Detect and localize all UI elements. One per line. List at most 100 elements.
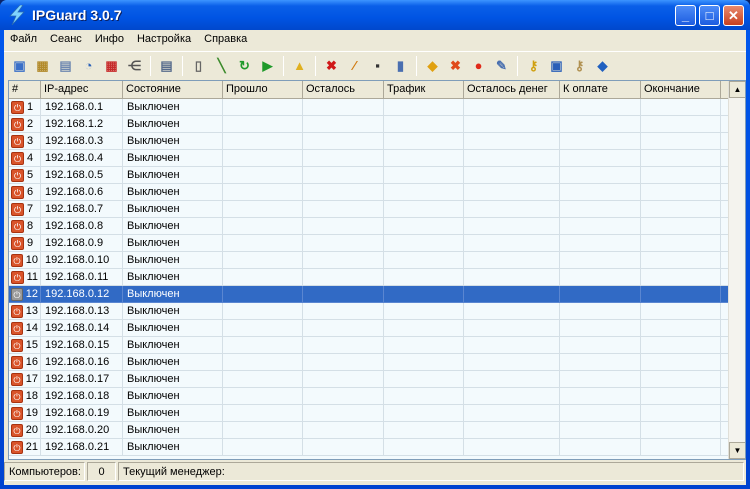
broom-button[interactable]: ╲	[212, 56, 231, 75]
monitor-button[interactable]: ▣	[10, 56, 29, 75]
computers-table[interactable]: # IP-адрес Состояние Прошло Осталось Трафик Ос…	[8, 80, 746, 460]
key-doc-button[interactable]: ⚷	[570, 56, 589, 75]
title-bar[interactable]: IPGuard 3.0.7 _ □ ✕	[0, 0, 750, 30]
current-manager-label: Текущий менеджер:	[118, 462, 744, 481]
row-number: 4	[27, 152, 34, 164]
table-row[interactable]: ⏻ 9 192.168.0.9 Выключен	[9, 235, 730, 252]
table-row[interactable]: ⏻ 17 192.168.0.17 Выключен	[9, 371, 730, 388]
menu-item-1[interactable]: Сеанс	[44, 30, 89, 50]
lock-button[interactable]: ▲	[290, 56, 309, 75]
column-header-2[interactable]: Состояние	[123, 81, 223, 99]
column-header-7[interactable]: К оплате	[560, 81, 641, 99]
wand-button[interactable]: ⁄	[345, 56, 364, 75]
menu-item-0[interactable]: Файл	[4, 30, 44, 50]
table-row[interactable]: ⏻ 19 192.168.0.19 Выключен	[9, 405, 730, 422]
table-row[interactable]: ⏻ 8 192.168.0.8 Выключен	[9, 218, 730, 235]
power-off-icon: ⏻	[11, 372, 23, 386]
column-header-8[interactable]: Окончание	[641, 81, 721, 99]
settings-window-button[interactable]: ▣	[547, 56, 566, 75]
empty-cell	[641, 388, 721, 405]
row-number-cell: ⏻ 10	[9, 252, 41, 269]
empty-cell	[560, 99, 641, 116]
maximize-button[interactable]: □	[699, 5, 720, 26]
row-number: 8	[27, 220, 34, 232]
empty-cell	[223, 439, 303, 456]
status-cell: Выключен	[123, 439, 223, 456]
table-header: # IP-адрес Состояние Прошло Осталось Трафик Ос…	[9, 81, 729, 99]
refresh-button[interactable]: ↻	[235, 56, 254, 75]
empty-cell	[464, 184, 560, 201]
row-number-cell: ⏻ 3	[9, 133, 41, 150]
table-row[interactable]: ⏻ 10 192.168.0.10 Выключен	[9, 252, 730, 269]
column-header-5[interactable]: Трафик	[384, 81, 464, 99]
status-cell: Выключен	[123, 405, 223, 422]
table-row[interactable]: ⏻ 6 192.168.0.6 Выключен	[9, 184, 730, 201]
user-clock-button[interactable]: ◔	[79, 56, 98, 75]
table-row[interactable]: ⏻ 3 192.168.0.3 Выключен	[9, 133, 730, 150]
column-header-3[interactable]: Прошло	[223, 81, 303, 99]
warning-button[interactable]: ◆	[423, 56, 442, 75]
info-button[interactable]: ◆	[593, 56, 612, 75]
close-button[interactable]: ✕	[723, 5, 744, 26]
edit-button[interactable]: ✎	[492, 56, 511, 75]
row-number-cell: ⏻ 5	[9, 167, 41, 184]
empty-cell	[223, 184, 303, 201]
table-row[interactable]: ⏻ 15 192.168.0.15 Выключен	[9, 337, 730, 354]
table-row[interactable]: ⏻ 20 192.168.0.20 Выключен	[9, 422, 730, 439]
angry-face-button[interactable]: ●	[469, 56, 488, 75]
save-button[interactable]: ▤	[157, 56, 176, 75]
table-row[interactable]: ⏻ 11 192.168.0.11 Выключен	[9, 269, 730, 286]
ip-cell: 192.168.0.4	[41, 150, 123, 167]
column-header-0[interactable]: #	[9, 81, 41, 99]
table-row[interactable]: ⏻ 14 192.168.0.14 Выключен	[9, 320, 730, 337]
toolbar-separator	[416, 55, 417, 76]
row-number: 11	[26, 271, 38, 283]
empty-cell	[223, 235, 303, 252]
window-button[interactable]: ▤	[56, 56, 75, 75]
clipboard-button[interactable]: ▯	[189, 56, 208, 75]
play-button[interactable]: ▶	[258, 56, 277, 75]
column-header-6[interactable]: Осталось денег	[464, 81, 560, 99]
computer-money-red-button[interactable]: ▦	[102, 56, 121, 75]
empty-cell	[303, 252, 384, 269]
table-row[interactable]: ⏻ 16 192.168.0.16 Выключен	[9, 354, 730, 371]
scroll-up-button[interactable]: ▲	[729, 81, 745, 98]
row-number: 19	[25, 407, 38, 419]
table-row[interactable]: ⏻ 1 192.168.0.1 Выключен	[9, 99, 730, 116]
network-button[interactable]: ⋲	[125, 56, 144, 75]
empty-cell	[641, 235, 721, 252]
empty-cell	[303, 354, 384, 371]
empty-cell	[384, 354, 464, 371]
table-row[interactable]: ⏻ 18 192.168.0.18 Выключен	[9, 388, 730, 405]
table-row[interactable]: ⏻ 5 192.168.0.5 Выключен	[9, 167, 730, 184]
empty-cell	[303, 286, 384, 303]
menu-item-3[interactable]: Настройка	[131, 30, 198, 50]
column-header-1[interactable]: IP-адрес	[41, 81, 123, 99]
power-off-icon: ⏻	[11, 151, 24, 165]
empty-cell	[464, 371, 560, 388]
table-row[interactable]: ⏻ 21 192.168.0.21 Выключен	[9, 439, 730, 456]
cancel-button[interactable]: ✖	[446, 56, 465, 75]
table-row[interactable]: ⏻ 4 192.168.0.4 Выключен	[9, 150, 730, 167]
column-header-4[interactable]: Осталось	[303, 81, 384, 99]
minimize-button[interactable]: _	[675, 5, 696, 26]
table-row[interactable]: ⏻ 12 192.168.0.12 Выключен	[9, 286, 730, 303]
cable-button[interactable]: ▪	[368, 56, 387, 75]
menu-item-2[interactable]: Инфо	[89, 30, 131, 50]
door-button[interactable]: ▮	[391, 56, 410, 75]
row-number: 15	[25, 339, 38, 351]
computer-money-button[interactable]: ▦	[33, 56, 52, 75]
status-cell: Выключен	[123, 167, 223, 184]
menu-item-4[interactable]: Справка	[198, 30, 254, 50]
power-off-icon: ⏻	[11, 117, 24, 131]
table-row[interactable]: ⏻ 7 192.168.0.7 Выключен	[9, 201, 730, 218]
table-row[interactable]: ⏻ 2 192.168.1.2 Выключен	[9, 116, 730, 133]
vertical-scrollbar[interactable]: ▲ ▼	[728, 81, 745, 459]
empty-cell	[223, 269, 303, 286]
row-number: 21	[25, 441, 38, 453]
scroll-down-button[interactable]: ▼	[729, 442, 745, 459]
table-row[interactable]: ⏻ 13 192.168.0.13 Выключен	[9, 303, 730, 320]
delete-button[interactable]: ✖	[322, 56, 341, 75]
key-button[interactable]: ⚷	[524, 56, 543, 75]
empty-cell	[464, 269, 560, 286]
